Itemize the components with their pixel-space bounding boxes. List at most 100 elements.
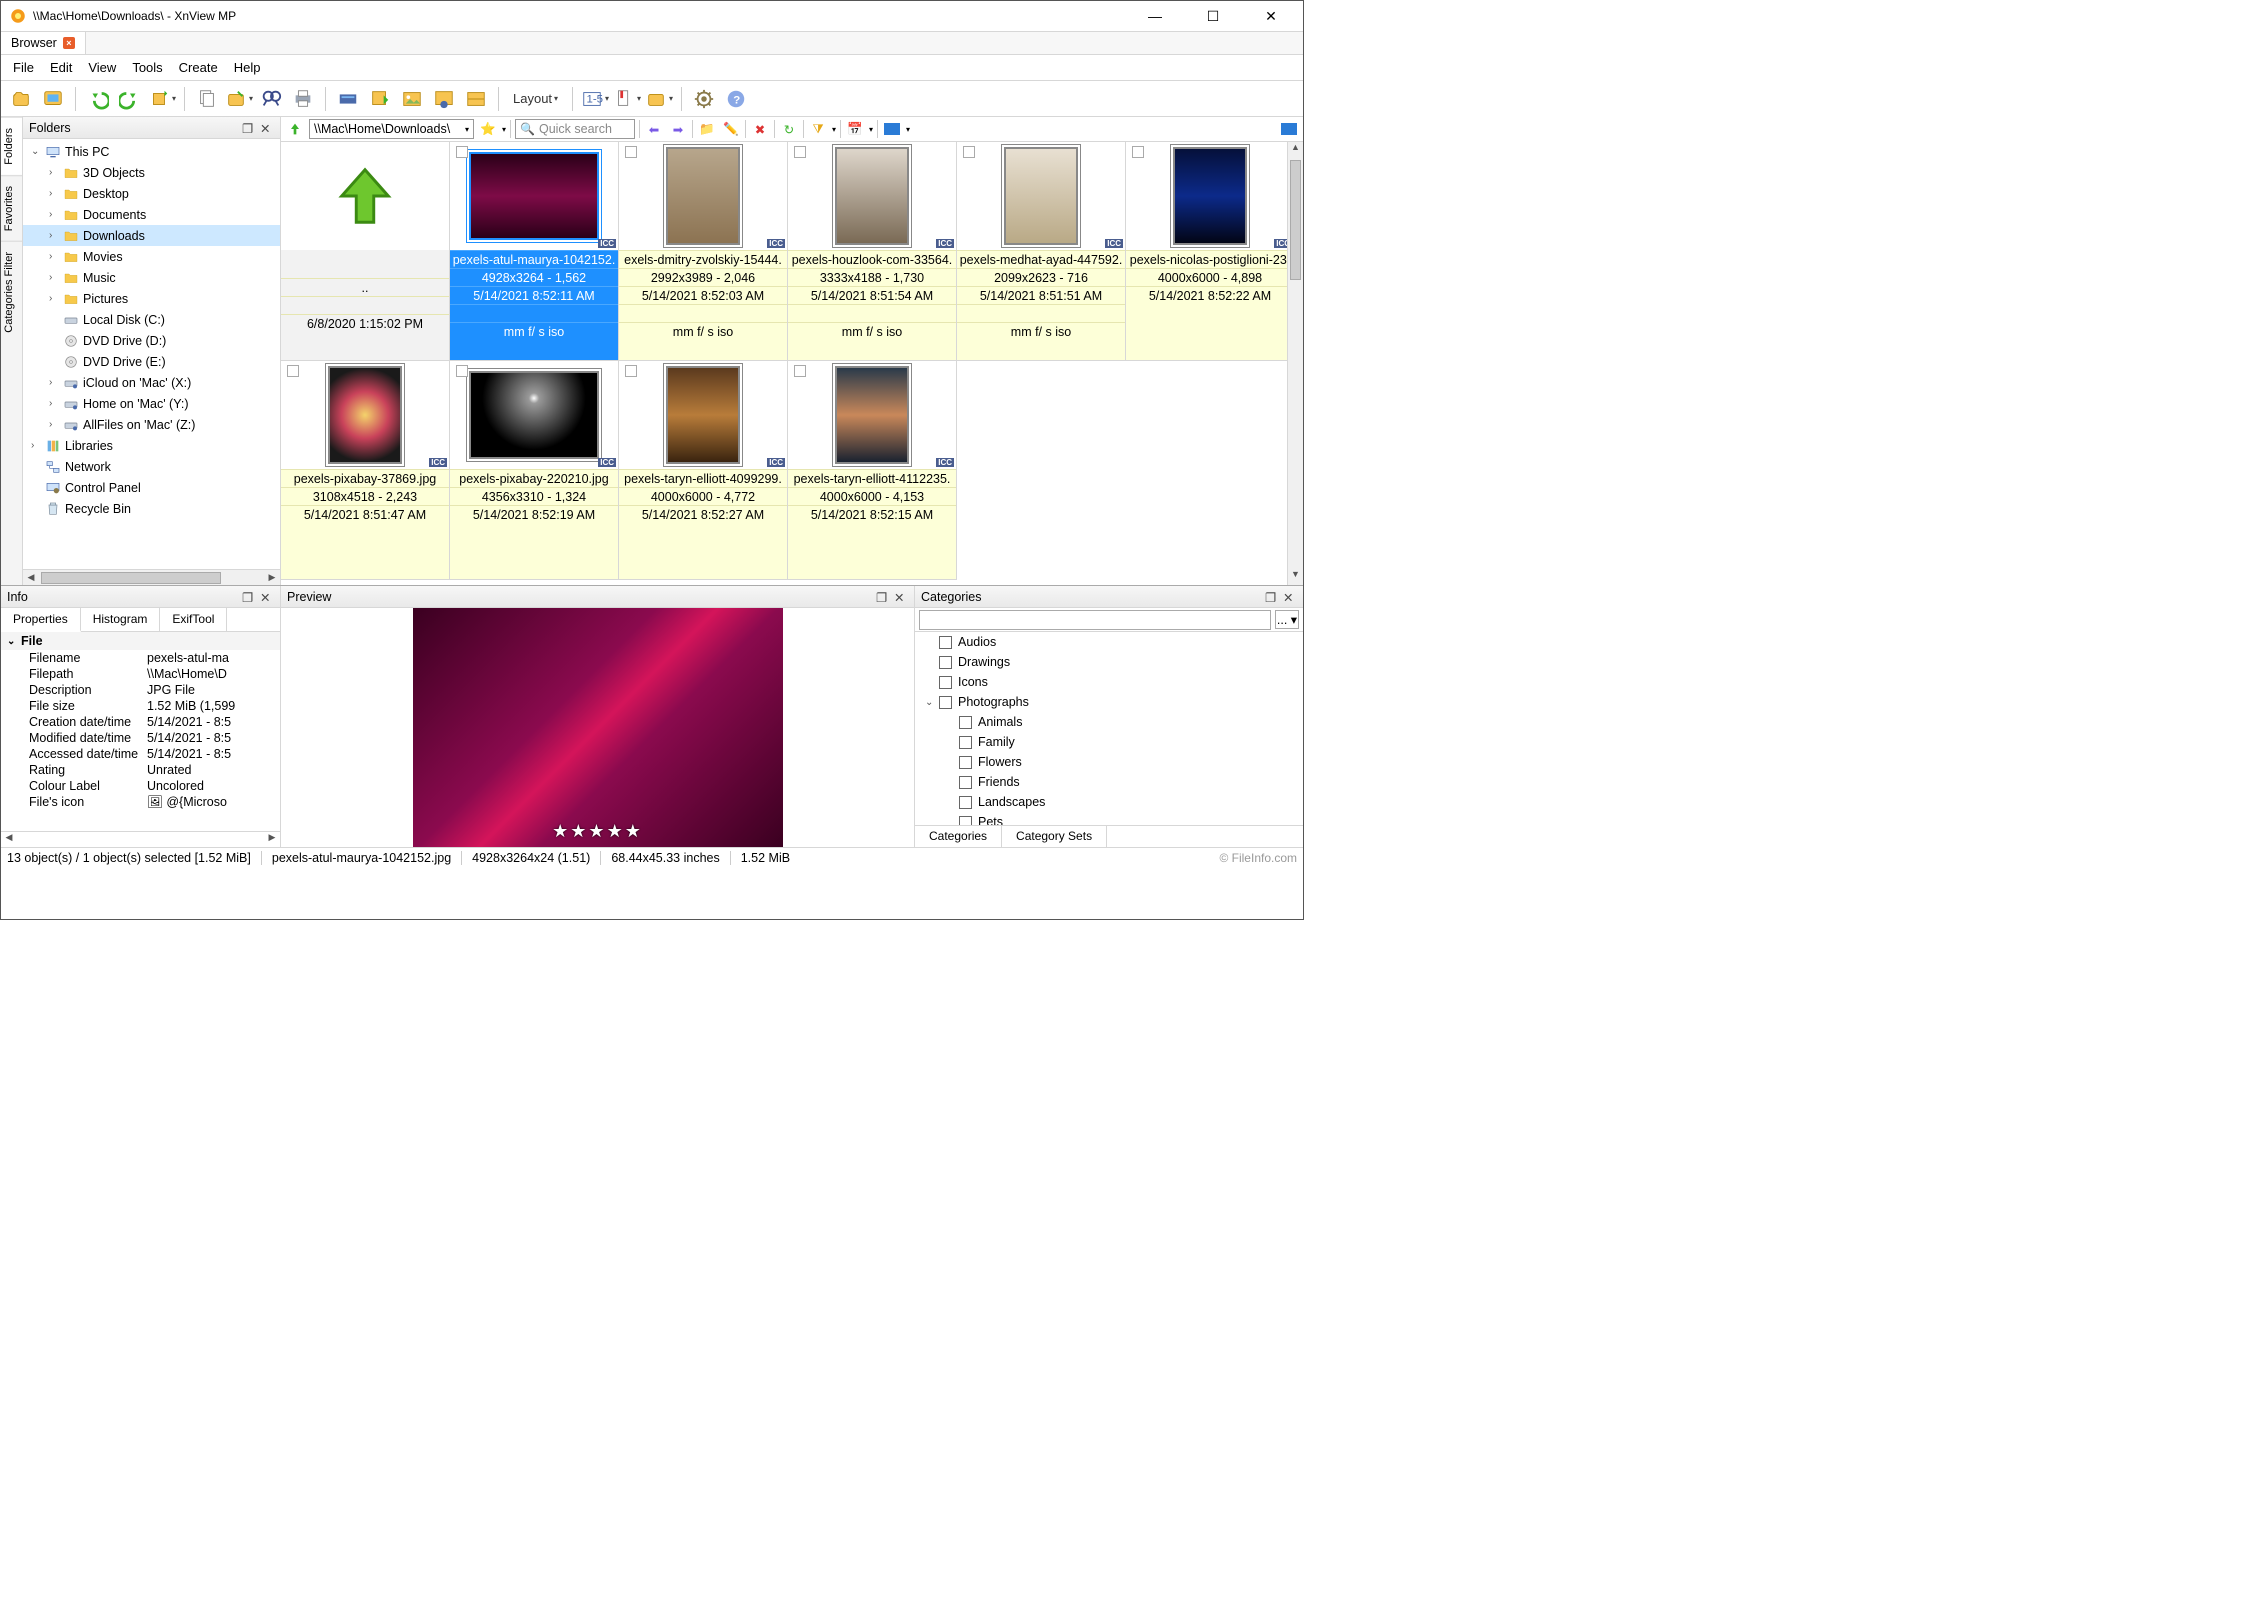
menu-tools[interactable]: Tools bbox=[132, 60, 162, 75]
tree-item[interactable]: Network bbox=[23, 456, 280, 477]
tree-item[interactable]: Desktop bbox=[23, 183, 280, 204]
category-checkbox[interactable] bbox=[939, 696, 952, 709]
category-item[interactable]: Photographs bbox=[915, 692, 1303, 712]
newfolder-icon[interactable] bbox=[645, 85, 673, 113]
panel-popout-icon[interactable]: ❐ bbox=[242, 590, 256, 604]
paste-icon[interactable] bbox=[225, 85, 253, 113]
tree-item[interactable]: AllFiles on 'Mac' (Z:) bbox=[23, 414, 280, 435]
sidetab-favorites[interactable]: Favorites bbox=[1, 175, 22, 241]
window-close-button[interactable]: ✕ bbox=[1251, 8, 1291, 25]
category-checkbox[interactable] bbox=[939, 656, 952, 669]
tree-item[interactable]: Movies bbox=[23, 246, 280, 267]
category-item[interactable]: Animals bbox=[915, 712, 1303, 732]
category-item[interactable]: Icons bbox=[915, 672, 1303, 692]
thumb-checkbox[interactable] bbox=[1132, 146, 1144, 158]
category-checkbox[interactable] bbox=[959, 796, 972, 809]
thumb-checkbox[interactable] bbox=[456, 146, 468, 158]
address-input[interactable]: \\Mac\Home\Downloads\▾ bbox=[309, 119, 474, 139]
folder-hscroll[interactable]: ◀▶ bbox=[23, 569, 280, 585]
panel-popout-icon[interactable]: ❐ bbox=[242, 121, 256, 135]
tab-exiftool[interactable]: ExifTool bbox=[160, 608, 227, 631]
thumbnail-item[interactable]: ICCpexels-pixabay-37869.jpg3108x4518 - 2… bbox=[281, 360, 450, 580]
tree-item[interactable]: Pictures bbox=[23, 288, 280, 309]
panel-popout-icon[interactable]: ❐ bbox=[876, 590, 890, 604]
category-item[interactable]: Drawings bbox=[915, 652, 1303, 672]
menu-edit[interactable]: Edit bbox=[50, 60, 72, 75]
edit-icon[interactable]: ✏️ bbox=[721, 119, 741, 139]
nav-up-icon[interactable] bbox=[285, 119, 305, 139]
category-item[interactable]: Landscapes bbox=[915, 792, 1303, 812]
panel-close-icon[interactable]: ✕ bbox=[1283, 590, 1297, 604]
tab-histogram[interactable]: Histogram bbox=[81, 608, 161, 631]
thumbs-vscroll[interactable]: ▲▼ bbox=[1287, 142, 1303, 585]
category-checkbox[interactable] bbox=[939, 676, 952, 689]
thumbnail-item[interactable]: ICCpexels-atul-maurya-1042152.4928x3264 … bbox=[449, 142, 619, 361]
panel-close-icon[interactable]: ✕ bbox=[260, 121, 274, 135]
folder-tree[interactable]: This PC3D ObjectsDesktopDocumentsDownloa… bbox=[23, 139, 280, 569]
expand-icon[interactable] bbox=[1279, 119, 1299, 139]
slideshow-icon[interactable] bbox=[462, 85, 490, 113]
export-icon[interactable] bbox=[366, 85, 394, 113]
scanner-icon[interactable] bbox=[334, 85, 362, 113]
thumbnail-grid[interactable]: ..6/8/2020 1:15:02 PMICCpexels-atul-maur… bbox=[281, 142, 1303, 585]
category-search-input[interactable] bbox=[919, 610, 1271, 630]
tab-properties[interactable]: Properties bbox=[1, 608, 81, 632]
category-checkbox[interactable] bbox=[959, 736, 972, 749]
fullscreen-icon[interactable] bbox=[39, 85, 67, 113]
info-hscroll[interactable]: ◀▶ bbox=[1, 831, 280, 847]
thumb-checkbox[interactable] bbox=[625, 146, 637, 158]
thumbnail-item[interactable]: ICCpexels-nicolas-postiglioni-23.4000x60… bbox=[1125, 142, 1295, 361]
delete-icon[interactable]: ✖ bbox=[750, 119, 770, 139]
help-icon[interactable]: ? bbox=[722, 85, 750, 113]
undo-icon[interactable] bbox=[84, 85, 112, 113]
print-icon[interactable] bbox=[289, 85, 317, 113]
quick-search-input[interactable]: 🔍 Quick search bbox=[515, 119, 635, 139]
capture-icon[interactable] bbox=[430, 85, 458, 113]
menu-file[interactable]: File bbox=[13, 60, 34, 75]
tab-browser[interactable]: Browser × bbox=[1, 32, 86, 54]
menu-help[interactable]: Help bbox=[234, 60, 261, 75]
thumb-checkbox[interactable] bbox=[794, 365, 806, 377]
favorite-icon[interactable]: ⭐ bbox=[478, 119, 498, 139]
thumbnail-item[interactable]: ICCpexels-pixabay-220210.jpg4356x3310 - … bbox=[449, 360, 619, 580]
tree-item[interactable]: Recycle Bin bbox=[23, 498, 280, 519]
sort-icon[interactable]: 📅 bbox=[845, 119, 865, 139]
tree-item[interactable]: Home on 'Mac' (Y:) bbox=[23, 393, 280, 414]
panel-close-icon[interactable]: ✕ bbox=[894, 590, 908, 604]
window-minimize-button[interactable]: — bbox=[1135, 8, 1175, 25]
tree-item[interactable]: DVD Drive (D:) bbox=[23, 330, 280, 351]
open-folder-icon[interactable]: 📁 bbox=[697, 119, 717, 139]
sidetab-categories-filter[interactable]: Categories Filter bbox=[1, 241, 22, 343]
thumb-checkbox[interactable] bbox=[456, 365, 468, 377]
tree-item[interactable]: Control Panel bbox=[23, 477, 280, 498]
thumbnail-item[interactable]: ICCpexels-taryn-elliott-4112235.4000x600… bbox=[787, 360, 957, 580]
category-checkbox[interactable] bbox=[959, 816, 972, 826]
layout-dropdown[interactable]: Layout bbox=[507, 91, 564, 106]
thumb-checkbox[interactable] bbox=[963, 146, 975, 158]
category-more-button[interactable]: ... ▾ bbox=[1275, 610, 1299, 629]
sidetab-folders[interactable]: Folders bbox=[1, 117, 22, 175]
category-checkbox[interactable] bbox=[959, 756, 972, 769]
tree-item[interactable]: Documents bbox=[23, 204, 280, 225]
thumb-checkbox[interactable] bbox=[287, 365, 299, 377]
open-icon[interactable] bbox=[7, 85, 35, 113]
menu-view[interactable]: View bbox=[88, 60, 116, 75]
tree-item[interactable]: This PC bbox=[23, 141, 280, 162]
settings-icon[interactable] bbox=[690, 85, 718, 113]
tree-item[interactable]: Music bbox=[23, 267, 280, 288]
window-maximize-button[interactable]: ☐ bbox=[1193, 8, 1233, 25]
rotate-icon[interactable] bbox=[148, 85, 176, 113]
rating-stars[interactable]: ★★★★★ bbox=[552, 821, 643, 842]
preview-body[interactable]: ★★★★★ bbox=[281, 608, 914, 847]
tag-icon[interactable] bbox=[613, 85, 641, 113]
category-item[interactable]: Friends bbox=[915, 772, 1303, 792]
panel-popout-icon[interactable]: ❐ bbox=[1265, 590, 1279, 604]
nav-back-icon[interactable]: ⬅ bbox=[644, 119, 664, 139]
search-icon[interactable] bbox=[257, 85, 285, 113]
categories-list[interactable]: AudiosDrawingsIconsPhotographsAnimalsFam… bbox=[915, 632, 1303, 825]
thumbsize-icon[interactable]: 1-5 bbox=[581, 85, 609, 113]
tree-item[interactable]: Libraries bbox=[23, 435, 280, 456]
tab-category-sets[interactable]: Category Sets bbox=[1002, 826, 1107, 847]
tree-item[interactable]: 3D Objects bbox=[23, 162, 280, 183]
nav-fwd-icon[interactable]: ➡ bbox=[668, 119, 688, 139]
